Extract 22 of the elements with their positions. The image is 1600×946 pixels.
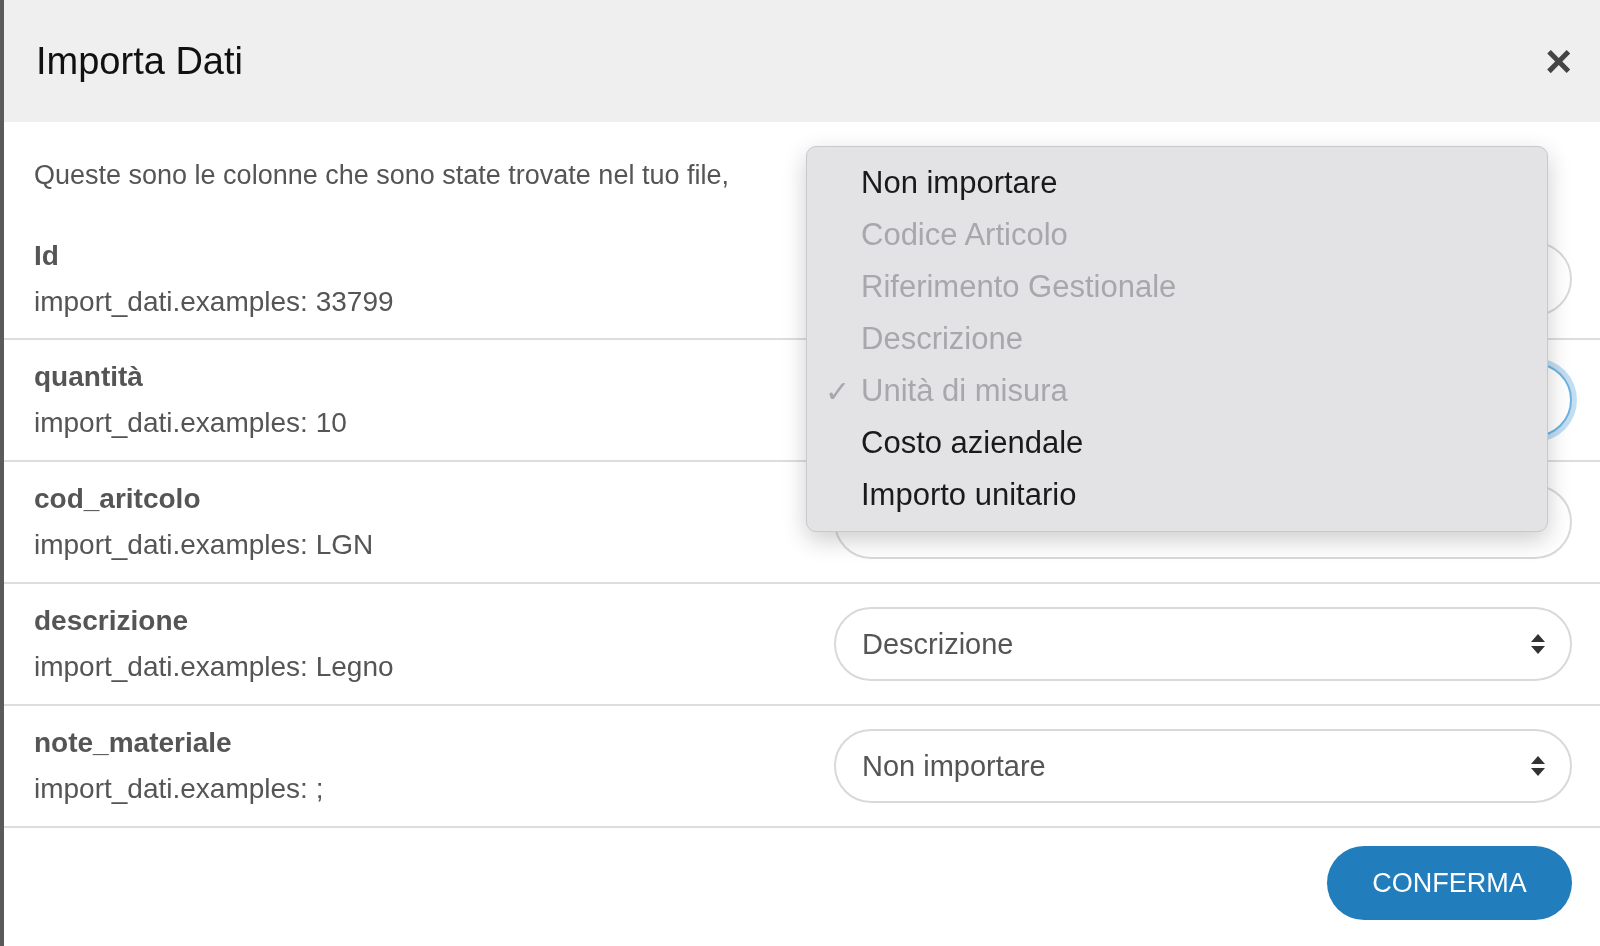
- confirm-button[interactable]: CONFERMA: [1327, 846, 1572, 920]
- example-text: import_dati.examples: 33799: [34, 286, 394, 318]
- dropdown-option[interactable]: Costo aziendale: [807, 417, 1547, 469]
- example-text: import_dati.examples: LGN: [34, 529, 374, 561]
- column-name: note_materiale: [34, 727, 233, 759]
- mapping-select[interactable]: Non importare: [834, 729, 1572, 803]
- mapping-select[interactable]: Descrizione: [834, 607, 1572, 681]
- dialog-title: Importa Dati: [36, 39, 243, 83]
- column-name: Id: [34, 240, 60, 272]
- column-name: descrizione: [34, 605, 190, 637]
- intro-text: Queste sono le colonne che sono state trovate nel tuo file,: [34, 159, 729, 192]
- column-name: cod_aritcolo: [34, 483, 202, 515]
- example-text: import_dati.examples: 10: [34, 407, 347, 439]
- example-text: import_dati.examples: Legno: [34, 651, 394, 683]
- check-icon: ✓: [825, 373, 851, 409]
- example-text: import_dati.examples: ;: [34, 773, 324, 805]
- sort-arrows-icon: [1530, 633, 1546, 655]
- close-button[interactable]: ×: [1539, 38, 1578, 84]
- dropdown-option[interactable]: Non importare: [807, 157, 1547, 209]
- column-name: quantità: [34, 361, 144, 393]
- dropdown-option[interactable]: Importo unitario: [807, 469, 1547, 521]
- sort-arrows-icon: [1530, 755, 1546, 777]
